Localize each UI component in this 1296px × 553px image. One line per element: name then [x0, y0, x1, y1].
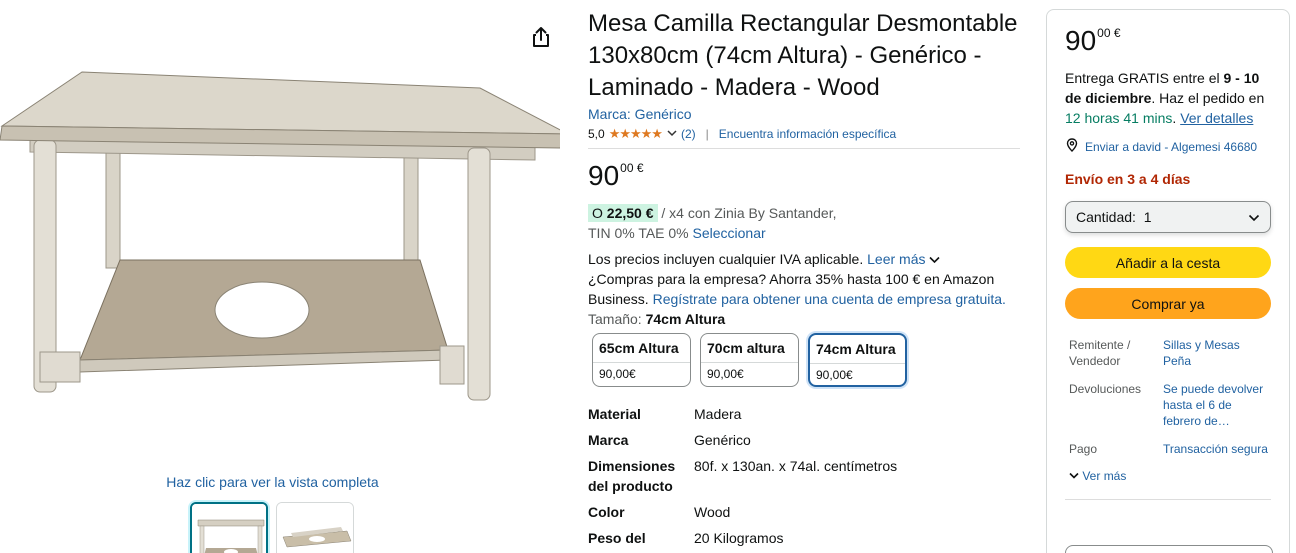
spec-key: Marca — [588, 432, 629, 448]
spec-key: Material — [588, 406, 641, 422]
product-details: Mesa Camilla Rectangular Desmontable 130… — [588, 8, 1028, 553]
delivery-countdown: 12 horas 41 mins — [1065, 110, 1173, 126]
delivery-mid: . Haz el pedido en — [1151, 90, 1265, 106]
size-option-65cm[interactable]: 65cm Altura 90,00€ — [592, 333, 691, 387]
product-specs: Material Madera Marca Genérico Dimension… — [588, 404, 1028, 548]
vat-info: Los precios incluyen cualquier IVA aplic… — [588, 249, 1028, 309]
thumbnail-2[interactable] — [276, 502, 354, 553]
see-more-toggle[interactable]: Ver más — [1065, 469, 1271, 483]
size-option-price: 90,00€ — [701, 362, 798, 385]
info-row: Remitente / Vendedor Sillas y Mesas Peña — [1065, 337, 1271, 369]
spec-key: Color — [588, 504, 625, 520]
size-option-name: 70cm altura — [707, 340, 785, 356]
price: 90 00 € — [588, 161, 1028, 191]
see-more-label: Ver más — [1082, 469, 1127, 483]
info-key: Remitente / Vendedor — [1069, 338, 1131, 368]
financing-offer: O 22,50 € / x4 con Zinia By Santander, T… — [588, 203, 1028, 243]
size-option-price: 90,00€ — [593, 362, 690, 385]
financing-select-link[interactable]: Seleccionar — [693, 225, 766, 241]
price-fraction: 00 € — [620, 161, 644, 175]
financing-prefix: O — [592, 205, 603, 221]
business-signup-link[interactable]: Regístrate para obtener una cuenta de em… — [653, 291, 1006, 307]
spec-value: 20 Kilogramos — [694, 530, 784, 546]
read-more-label: Leer más — [867, 251, 926, 267]
spec-row: Dimensiones del producto 80f. x 130an. x… — [588, 456, 1028, 496]
buybox-price-whole: 90 — [1065, 25, 1097, 56]
seller-link[interactable]: Sillas y Mesas Peña — [1163, 337, 1271, 369]
delivery-prefix: Entrega GRATIS entre el — [1065, 70, 1224, 86]
buy-now-button[interactable]: Comprar ya — [1065, 288, 1271, 319]
spec-value: 80f. x 130an. x 74al. centímetros — [694, 458, 898, 474]
info-row: Devoluciones Se puede devolver hasta el … — [1065, 381, 1271, 429]
vat-text: Los precios incluyen cualquier IVA aplic… — [588, 251, 864, 267]
delivery-details-link[interactable]: Ver detalles — [1180, 110, 1253, 126]
spec-row: Material Madera — [588, 404, 1028, 424]
financing-amount: 22,50 € — [606, 205, 654, 221]
quantity-label: Cantidad: — [1076, 209, 1136, 225]
quantity-value: 1 — [1143, 209, 1152, 225]
size-label-text: Tamaño: — [588, 311, 642, 327]
read-more-link[interactable]: Leer más — [867, 251, 940, 267]
spec-key: Peso del — [588, 530, 646, 546]
returns-link[interactable]: Se puede devolver hasta el 6 de febrero … — [1163, 381, 1271, 429]
rating-row: 5,0 ★★★★★ (2) | Encuentra información es… — [588, 126, 1028, 142]
chevron-down-icon[interactable] — [667, 129, 677, 140]
add-to-cart-button[interactable]: Añadir a la cesta — [1065, 247, 1271, 278]
info-key: Devoluciones — [1069, 382, 1142, 396]
seller-info: Remitente / Vendedor Sillas y Mesas Peña… — [1065, 337, 1271, 457]
buybox-price-fraction: 00 € — [1097, 26, 1121, 40]
spec-value: Wood — [694, 504, 731, 520]
spec-key: Dimensiones del producto — [588, 458, 676, 494]
image-gallery: Haz clic para ver la vista completa — [0, 0, 569, 553]
deliver-to-link[interactable]: Enviar a david - Algemesi 46680 — [1065, 138, 1271, 155]
size-option-74cm[interactable]: 74cm Altura 90,00€ — [808, 333, 907, 387]
location-pin-icon — [1065, 138, 1079, 155]
brand-link[interactable]: Marca: Genérico — [588, 106, 1028, 122]
chevron-down-icon — [929, 256, 940, 264]
financing-text: / x4 con Zinia By Santander, — [657, 205, 837, 221]
view-full-image-link[interactable]: Haz clic para ver la vista completa — [0, 474, 545, 490]
quantity-select[interactable]: Cantidad: 1 — [1065, 201, 1271, 233]
spec-value: Genérico — [694, 432, 751, 448]
size-option-price: 90,00€ — [810, 363, 905, 385]
spec-row: Color Wood — [588, 502, 1028, 522]
spec-value: Madera — [694, 406, 742, 422]
buybox-price: 90 00 € — [1065, 26, 1271, 56]
price-whole: 90 — [588, 160, 620, 191]
find-info-link[interactable]: Encuentra información específica — [719, 127, 896, 141]
divider — [1065, 499, 1271, 500]
main-product-image[interactable] — [0, 60, 569, 410]
quantity-display: Cantidad: 1 — [1076, 209, 1152, 225]
star-rating-icon[interactable]: ★★★★★ — [609, 126, 663, 142]
thumbnail-1[interactable] — [190, 502, 268, 553]
size-option-name: 65cm Altura — [599, 340, 679, 356]
chevron-down-icon — [1248, 209, 1260, 225]
separator: | — [705, 127, 709, 141]
product-title: Mesa Camilla Rectangular Desmontable 130… — [588, 10, 1018, 101]
size-options: 65cm Altura 90,00€ 70cm altura 90,00€ 74… — [592, 333, 1028, 387]
deliver-to-text: Enviar a david - Algemesi 46680 — [1085, 139, 1258, 154]
size-option-70cm[interactable]: 70cm altura 90,00€ — [700, 333, 799, 387]
spec-row: Marca Genérico — [588, 430, 1028, 450]
size-label: Tamaño: 74cm Altura — [588, 311, 1028, 327]
chevron-down-icon — [1069, 472, 1079, 479]
spec-row: Peso del 20 Kilogramos — [588, 528, 1028, 548]
share-icon[interactable] — [530, 26, 552, 48]
info-key: Pago — [1069, 442, 1098, 456]
secondary-select[interactable] — [1065, 545, 1273, 553]
size-option-name: 74cm Altura — [816, 341, 896, 357]
shipping-time: Envío en 3 a 4 días — [1065, 171, 1191, 187]
financing-rates: TIN 0% TAE 0% — [588, 225, 689, 241]
payment-link[interactable]: Transacción segura — [1163, 441, 1271, 457]
buy-box: 90 00 € Entrega GRATIS entre el 9 - 10 d… — [1046, 9, 1290, 553]
divider — [588, 148, 1020, 149]
info-row: Pago Transacción segura — [1065, 441, 1271, 457]
size-selected: 74cm Altura — [645, 311, 726, 327]
delivery-info: Entrega GRATIS entre el 9 - 10 de diciem… — [1065, 68, 1271, 128]
review-count-link[interactable]: (2) — [681, 127, 696, 141]
rating-value: 5,0 — [588, 127, 605, 141]
financing-badge: O 22,50 € — [588, 204, 658, 222]
